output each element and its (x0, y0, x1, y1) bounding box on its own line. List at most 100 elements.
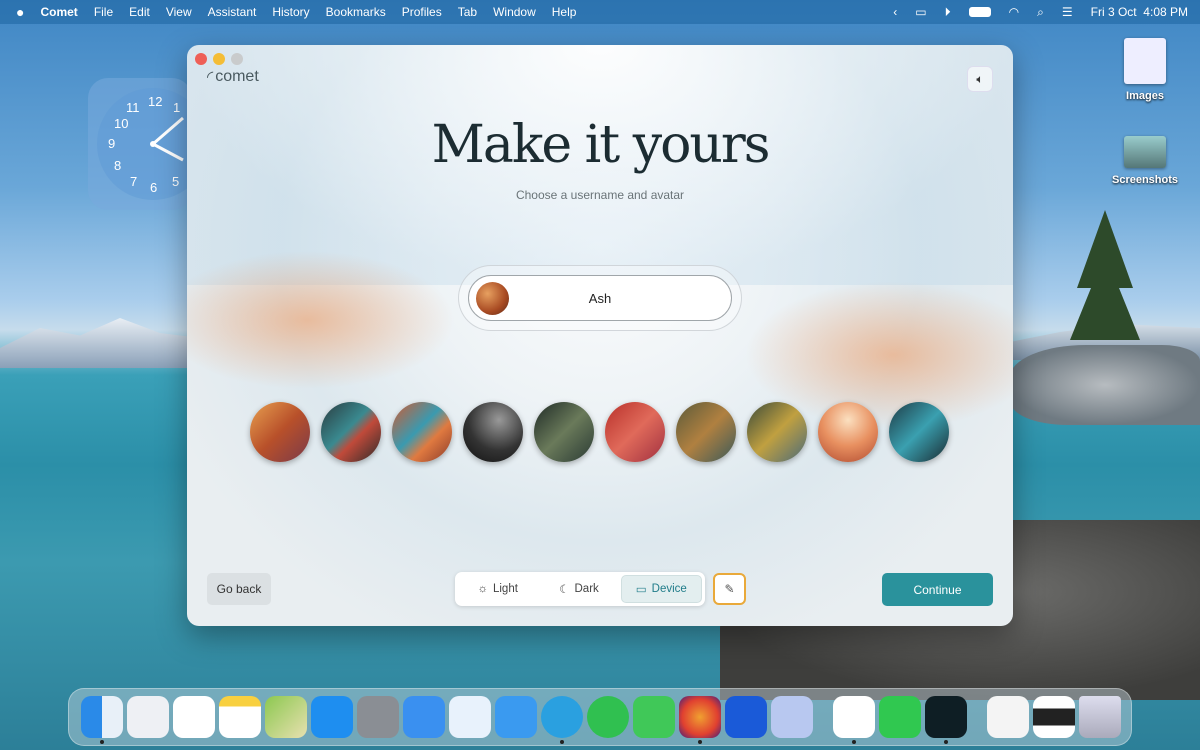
zoom-window-button[interactable] (231, 53, 243, 65)
dock-firefox-icon[interactable] (679, 696, 721, 744)
display-icon[interactable]: ▭ (915, 5, 926, 19)
dock-maps-icon[interactable] (265, 696, 307, 738)
mountains (0, 318, 200, 368)
menu-assistant[interactable]: Assistant (200, 5, 265, 19)
control-center-icon[interactable]: ☰ (1062, 5, 1073, 19)
menu-bookmarks[interactable]: Bookmarks (318, 5, 394, 19)
dock-app-store-icon[interactable] (311, 696, 353, 738)
customize-color-button[interactable]: ✎ (713, 573, 746, 605)
dock-xcode-icon[interactable] (495, 696, 537, 738)
menu-app[interactable]: Comet (32, 5, 85, 19)
dock-notes-icon[interactable] (219, 696, 261, 738)
username-value: Ash (588, 290, 612, 306)
comet-logo: ◜ comet (207, 67, 259, 87)
close-window-button[interactable] (195, 53, 207, 65)
sun-icon: ☼ (477, 583, 488, 595)
clock-number: 1 (173, 100, 181, 115)
datetime[interactable]: Fri 3 Oct 4:08 PM (1091, 5, 1188, 19)
clock-number: 7 (130, 174, 138, 189)
clock-number: 12 (148, 94, 163, 109)
clock-number: 10 (114, 116, 129, 131)
avatar-option-6[interactable] (605, 402, 665, 462)
dock-trash-icon[interactable] (1079, 696, 1121, 738)
dock-launchpad-icon[interactable] (127, 696, 169, 738)
laptop-icon: ▭ (635, 584, 647, 596)
avatar-option-10[interactable] (889, 402, 949, 462)
menu-help[interactable]: Help (544, 5, 585, 19)
tree (1070, 210, 1140, 340)
username-input[interactable]: Ash (468, 275, 732, 321)
logo-text: comet (215, 68, 259, 85)
clock-widget[interactable]: 12 1 11 10 9 8 7 6 5 (88, 78, 209, 210)
rocks (1010, 345, 1200, 425)
menu-history[interactable]: History (264, 5, 317, 19)
dock-phone-icon[interactable] (879, 696, 921, 738)
menu-file[interactable]: File (86, 5, 121, 19)
desktop-folder-images[interactable]: Images (1100, 38, 1190, 102)
page-subtitle: Choose a username and avatar (515, 188, 685, 202)
continue-button[interactable]: Continue (882, 573, 993, 606)
go-back-button[interactable]: Go back (207, 573, 271, 605)
clock-number: 8 (114, 158, 122, 173)
dock-telegram-icon[interactable] (541, 696, 583, 744)
wifi-icon[interactable]: ◠ (1009, 5, 1019, 19)
avatar-option-1[interactable] (250, 402, 310, 462)
battery-icon[interactable] (968, 7, 991, 17)
dock-reminders-icon[interactable] (173, 696, 215, 738)
menu-window[interactable]: Window (485, 5, 544, 19)
onboarding-window: ◜ comet 🔈︎ Make it yours Choose a usernam… (187, 45, 1013, 626)
clock-number: 11 (126, 100, 140, 115)
theme-dark-option[interactable]: ☾ Dark (539, 575, 618, 603)
theme-light-option[interactable]: ☼ Light (458, 575, 537, 603)
dock-whatsapp-icon[interactable] (587, 696, 629, 738)
avatar-option-8[interactable] (747, 402, 807, 462)
pencil-icon: ✎ (724, 582, 735, 596)
speaker-icon: 🔈︎ (976, 71, 984, 86)
dock-mail-icon[interactable] (403, 696, 445, 738)
avatar-option-5[interactable] (534, 402, 594, 462)
menu-bar: ● Comet File Edit View Assistant History… (0, 0, 1200, 24)
apple-menu-icon[interactable]: ● (0, 4, 32, 20)
desktop-icon-label: Images (1126, 90, 1164, 102)
chevron-left-icon[interactable]: ‹ (893, 5, 897, 19)
dock (68, 688, 1132, 746)
dock-bitwarden-icon[interactable] (725, 696, 767, 738)
desktop-icon-label: Screenshots (1111, 174, 1179, 186)
dock-textedit-icon[interactable] (833, 696, 875, 744)
clock-face-icon (97, 88, 209, 200)
menu-tab[interactable]: Tab (450, 5, 485, 19)
menu-view[interactable]: View (158, 5, 200, 19)
comet-logo-icon: ◜ (207, 69, 214, 86)
avatar-option-7[interactable] (676, 402, 736, 462)
clock-number: 5 (172, 174, 180, 189)
clock-number: 6 (150, 180, 158, 195)
dock-comet-icon[interactable] (925, 696, 967, 744)
moon-icon: ☾ (559, 584, 570, 596)
dock-system-settings-icon[interactable] (357, 696, 399, 738)
desktop-folder-screenshots[interactable]: Screenshots (1100, 136, 1190, 186)
menu-edit[interactable]: Edit (121, 5, 158, 19)
sound-button[interactable]: 🔈︎ (967, 66, 993, 92)
selected-avatar (476, 282, 509, 315)
avatar-option-4[interactable] (463, 402, 523, 462)
clock-number: 9 (108, 136, 116, 151)
folder-thumbnail-icon (1124, 136, 1166, 168)
dock-finder-icon[interactable] (81, 696, 123, 744)
search-icon[interactable]: ⌕ (1037, 5, 1044, 20)
avatar-picker (250, 402, 949, 462)
play-icon[interactable]: ⏵ (945, 5, 951, 20)
theme-label: Dark (574, 583, 599, 595)
dock-messages-icon[interactable] (633, 696, 675, 738)
dock-simulator-icon[interactable] (771, 696, 813, 738)
menu-profiles[interactable]: Profiles (394, 5, 450, 19)
folder-thumbnail-icon (1124, 38, 1166, 84)
dock-document-icon[interactable] (987, 696, 1029, 738)
theme-device-option[interactable]: ▭ Device (620, 575, 702, 603)
avatar-option-9[interactable] (818, 402, 878, 462)
minimize-window-button[interactable] (213, 53, 225, 65)
dock-safari-icon[interactable] (449, 696, 491, 738)
cloud-glow (187, 245, 467, 395)
avatar-option-3[interactable] (392, 402, 452, 462)
avatar-option-2[interactable] (321, 402, 381, 462)
dock-screenshot-icon[interactable] (1033, 696, 1075, 738)
